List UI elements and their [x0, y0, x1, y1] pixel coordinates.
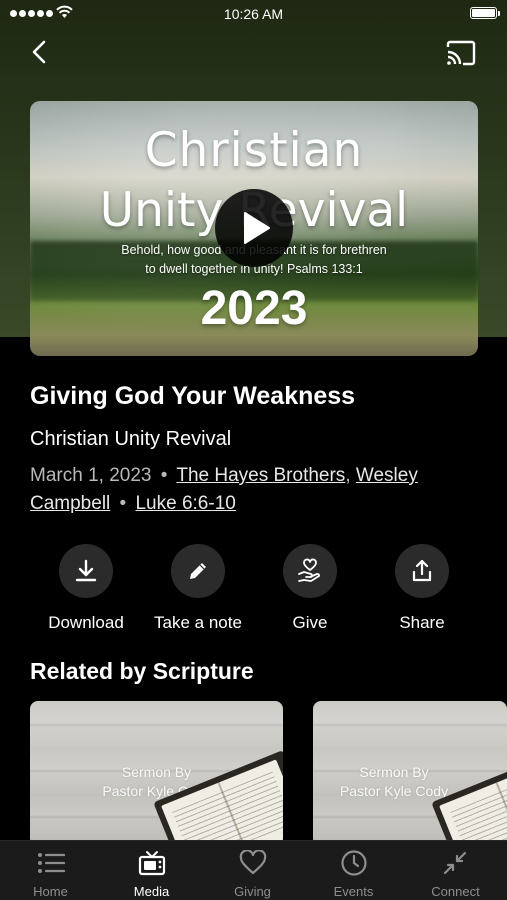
share-label: Share [399, 613, 445, 632]
play-button[interactable] [215, 189, 293, 267]
meta-separator: • [119, 493, 127, 514]
tab-home-label: Home [33, 884, 68, 899]
speaker-link-wesley-campbell-2[interactable]: Campbell [30, 493, 110, 514]
back-button[interactable] [26, 36, 56, 68]
tab-events[interactable]: Events [303, 841, 404, 900]
related-section-title: Related by Scripture [30, 658, 254, 684]
clock-icon [339, 849, 369, 877]
heart-hand-icon [298, 558, 320, 582]
tab-media-label: Media [133, 884, 170, 899]
video-title-line1: Christian [144, 123, 364, 178]
cast-button[interactable] [445, 40, 477, 66]
chevron-left-icon [32, 40, 46, 64]
take-note-label: Take a note [154, 613, 242, 632]
give-label: Give [292, 613, 328, 632]
connect-icon [440, 849, 470, 877]
give-button-circle [283, 544, 337, 598]
tab-home[interactable]: Home [0, 841, 101, 900]
download-button[interactable]: Download [30, 544, 142, 633]
tv-icon [137, 849, 167, 877]
share-button[interactable]: Share [366, 544, 478, 633]
tab-giving-label: Giving [234, 884, 271, 899]
card-caption-line1: Sermon By [359, 764, 429, 780]
heart-icon [238, 849, 268, 877]
action-row: Download Take a note Give Share [30, 544, 478, 634]
video-year: 2023 [200, 282, 308, 335]
give-button[interactable]: Give [254, 544, 366, 633]
related-sermon-card[interactable]: Sermon By Pastor Kyle Cody [30, 701, 283, 846]
sermon-meta: March 1, 2023 • The Hayes Brothers, Wesl… [30, 462, 480, 518]
tab-connect[interactable]: Connect [404, 841, 507, 900]
meta-separator: • [160, 465, 168, 486]
related-sermon-card[interactable]: Sermon By Pastor Kyle Cody [313, 701, 507, 846]
scripture-link[interactable]: Luke 6:6-10 [135, 493, 235, 514]
tab-events-label: Events [333, 884, 374, 899]
battery-icon [470, 7, 500, 19]
pencil-icon [190, 563, 206, 579]
bottom-tab-bar: Home Media Giving Events Connect [0, 840, 507, 900]
tab-giving[interactable]: Giving [202, 841, 303, 900]
cast-icon [446, 40, 476, 66]
status-time: 10:26 AM [223, 6, 284, 22]
sermon-title: Giving God Your Weakness [30, 382, 356, 410]
speaker-link-wesley-campbell-1[interactable]: Wesley [356, 465, 418, 486]
share-button-circle [395, 544, 449, 598]
sermon-date: March 1, 2023 [30, 465, 152, 486]
play-icon [244, 212, 270, 244]
tab-connect-label: Connect [431, 884, 480, 899]
sermon-series: Christian Unity Revival [30, 428, 232, 450]
status-bar: 10:26 AM [0, 0, 507, 28]
video-player[interactable]: Christian Unity Revival Behold, how good… [30, 101, 478, 356]
share-icon [412, 559, 432, 582]
speaker-separator: , [345, 465, 351, 486]
take-note-button[interactable]: Take a note [142, 544, 254, 633]
speaker-link-hayes-brothers[interactable]: The Hayes Brothers [176, 465, 345, 486]
list-icon [36, 849, 66, 877]
download-label: Download [48, 613, 124, 632]
download-button-circle [59, 544, 113, 598]
take-note-button-circle [171, 544, 225, 598]
tab-media[interactable]: Media [101, 841, 202, 900]
download-icon [75, 559, 97, 582]
